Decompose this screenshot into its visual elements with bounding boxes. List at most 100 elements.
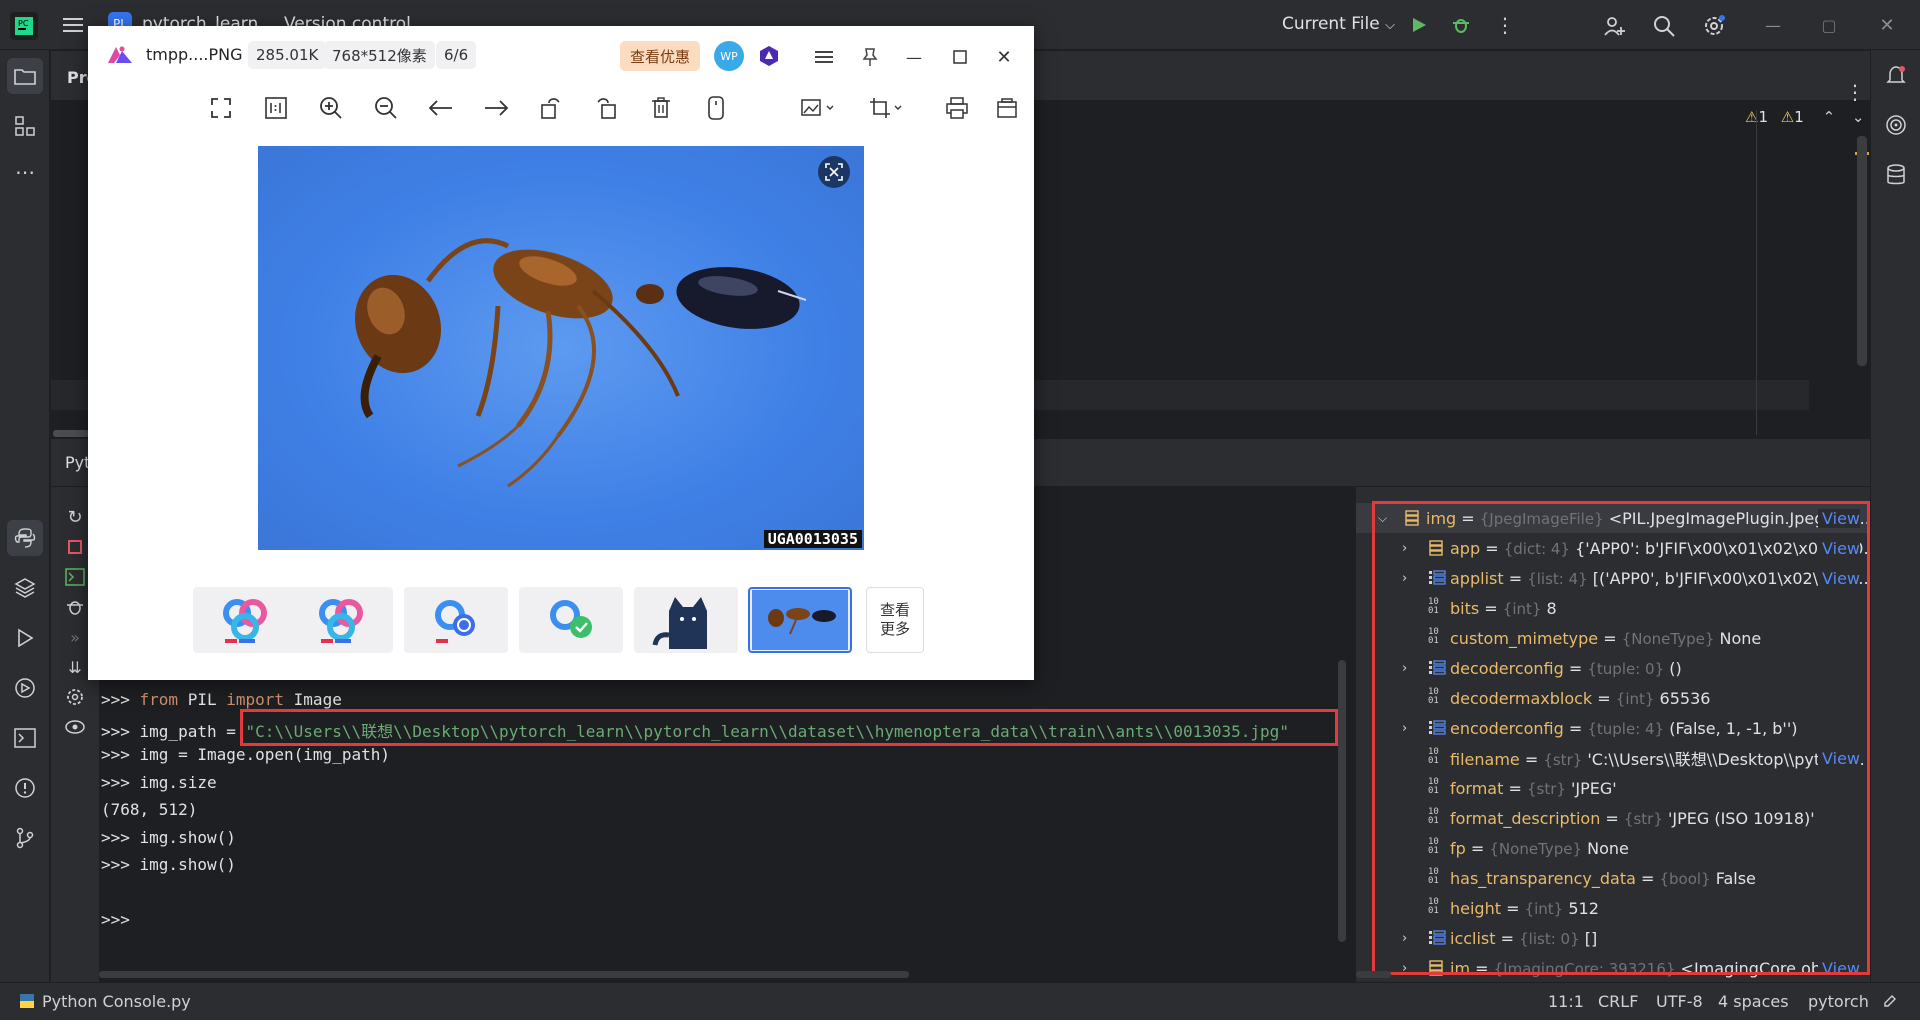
thumbnail-2[interactable] [289,587,393,653]
panel-options-icon[interactable]: ⋮ [1845,80,1865,104]
viewer-minimize-icon[interactable]: — [900,43,928,71]
ai-assistant-icon[interactable] [1881,110,1911,140]
layers-icon[interactable] [7,570,43,606]
cloud-logo-icon [319,599,363,643]
highlight-box [240,709,1338,746]
thumbnail-3[interactable] [404,587,508,653]
variables-panel: ⌵ img = {JpegImageFile} <PIL.JpegImagePlu… [1356,487,1870,982]
see-more-button[interactable]: 查看更多 [866,587,924,653]
next-arrow-icon[interactable] [479,91,513,125]
rerun-icon[interactable]: ↻ [61,503,89,531]
new-console-icon[interactable] [61,563,89,591]
thumbnail-5[interactable] [634,587,738,653]
add-user-icon[interactable] [1600,12,1628,40]
wp-badge[interactable]: WP [714,41,744,71]
search-icon[interactable] [1650,12,1678,40]
thumbnail-1[interactable] [193,587,297,653]
show-variables-icon[interactable] [61,713,89,741]
ant-thumbnail [752,590,848,650]
run-tool-icon[interactable] [7,620,43,656]
indent-setting[interactable]: 4 spaces [1718,992,1789,1011]
open-folder-icon[interactable] [990,91,1024,125]
debug-icon[interactable] [1448,12,1474,38]
line-ending[interactable]: CRLF [1598,992,1638,1011]
console-hscrollbar[interactable] [99,971,909,978]
phone-frame-icon[interactable] [699,91,733,125]
run-config-label: Current File [1282,14,1380,34]
pycharm-logo-icon[interactable]: PC [10,12,38,40]
viewer-menu-icon[interactable] [810,43,838,71]
delete-trash-icon[interactable] [644,91,678,125]
ocr-scan-icon[interactable] [818,156,850,188]
console-tab-title[interactable]: Pyt [65,453,90,472]
editor-inspections[interactable]: ⚠1 ⚠1 ⌃ ⌄ [1745,108,1865,126]
fullscreen-icon[interactable] [204,91,238,125]
notifications-bell-icon[interactable] [1881,60,1911,90]
image-viewer-window: tmpp....PNG 285.01K 768*512像素 6/6 查看优惠 W… [88,26,1034,680]
pin-icon[interactable] [856,43,884,71]
rotate-right-icon[interactable] [589,91,623,125]
actual-size-icon[interactable] [259,91,293,125]
variables-hscrollbar[interactable] [1356,971,1391,978]
structure-icon[interactable] [7,108,43,144]
stop-icon[interactable] [61,533,89,561]
image-watermark: UGA0013035 [763,530,862,548]
console-line: >>> from PIL import Image [101,690,342,709]
edit-image-dropdown-icon[interactable] [794,91,844,125]
module-name: PIL [178,690,227,709]
thumbnail-6-selected[interactable] [748,587,852,653]
console-line: >>> img = Image.open(img_path) [101,745,390,764]
print-icon[interactable] [940,91,974,125]
keyword-import: import [226,690,285,709]
cloud-sync-icon [435,600,475,643]
viewer-close-icon[interactable]: ✕ [990,43,1018,71]
problems-icon[interactable] [7,770,43,806]
viewer-counter: 6/6 [436,41,477,69]
editor-scrollbar[interactable] [1857,136,1867,366]
more-actions-icon[interactable]: ⋮ [1492,12,1518,38]
chevron-down-icon[interactable]: ⌄ [1852,108,1865,126]
chevron-up-icon[interactable]: ⌃ [1823,108,1836,126]
caret-position[interactable]: 11:1 [1548,992,1584,1011]
git-branch-icon[interactable] [7,820,43,856]
thumbnail-4[interactable] [519,587,623,653]
console-input-prompt[interactable]: >>> [101,910,130,929]
chevron-down-icon: ⌵ [1385,18,1395,33]
ai-hexagon-icon[interactable] [754,41,784,71]
attach-debugger-icon[interactable] [61,593,89,621]
status-file-name[interactable]: Python Console.py [42,992,191,1011]
terminal-icon[interactable] [7,720,43,756]
horizontal-scrollbar[interactable] [53,430,89,437]
main-menu-icon[interactable] [60,12,86,38]
edit-lock-icon[interactable] [1880,991,1900,1011]
console-vscrollbar[interactable] [1338,660,1346,942]
services-icon[interactable] [7,670,43,706]
weak-warning-icon: ⚠ [1780,108,1795,126]
promo-button[interactable]: 查看优惠 [620,41,701,71]
project-folder-icon[interactable] [7,58,43,94]
console-prompt: >>> [101,722,140,741]
run-icon[interactable] [1406,12,1432,38]
python-console-icon[interactable] [7,520,43,556]
more-tools-icon[interactable]: ⋯ [7,154,43,190]
run-config-dropdown[interactable]: Current File ⌵ [1282,14,1395,34]
main-ant-image[interactable]: UGA0013035 [258,146,864,550]
zoom-in-icon[interactable] [314,91,348,125]
expand-icon[interactable]: » [61,623,89,651]
database-icon[interactable] [1881,160,1911,190]
zoom-out-icon[interactable] [369,91,403,125]
console-settings-icon[interactable] [61,683,89,711]
crop-dropdown-icon[interactable] [862,91,912,125]
python-interpreter[interactable]: pytorch [1808,992,1869,1011]
minimize-window-icon[interactable]: — [1760,12,1786,38]
settings-gear-icon[interactable] [1700,12,1728,40]
restore-window-icon[interactable]: ▢ [1816,12,1842,38]
file-encoding[interactable]: UTF-8 [1656,992,1703,1011]
close-window-icon[interactable]: ✕ [1874,12,1900,38]
previous-arrow-icon[interactable] [424,91,458,125]
viewer-maximize-icon[interactable] [946,43,974,71]
scroll-to-end-icon[interactable]: ⇊ [61,653,89,681]
console-line: >>> img.show() [101,855,236,874]
rotate-left-icon[interactable] [534,91,568,125]
viewer-app-logo-icon [106,42,134,66]
